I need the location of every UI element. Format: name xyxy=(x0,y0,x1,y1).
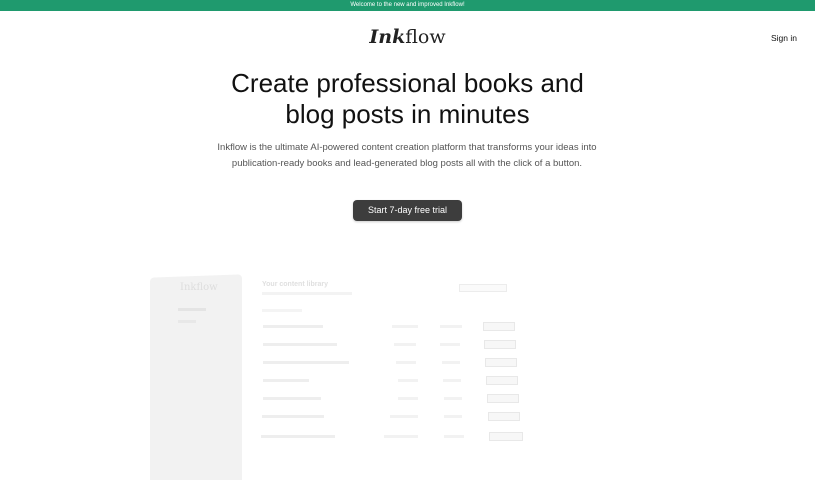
preview-row-title xyxy=(263,361,349,364)
preview-column-header xyxy=(262,309,302,312)
preview-row-button xyxy=(483,322,515,331)
preview-row-status xyxy=(440,325,462,328)
preview-row-title xyxy=(263,325,323,328)
preview-row-date xyxy=(390,415,418,418)
preview-row-title xyxy=(262,415,324,418)
preview-row-button xyxy=(487,394,519,403)
brand-logo[interactable]: Inkflow xyxy=(0,26,815,48)
preview-logo: Inkflow xyxy=(180,282,218,293)
preview-row-date xyxy=(394,343,416,346)
preview-subheading xyxy=(262,292,352,295)
preview-row-button xyxy=(484,340,516,349)
hero-subtitle: Inkflow is the ultimate AI-powered conte… xyxy=(217,142,597,169)
preview-row-date xyxy=(396,361,416,364)
preview-row-date xyxy=(398,397,418,400)
preview-row-status xyxy=(442,361,460,364)
preview-row-title xyxy=(261,435,335,438)
preview-heading: Your content library xyxy=(262,281,328,288)
preview-row-status xyxy=(440,343,460,346)
preview-row-status xyxy=(444,435,464,438)
preview-row-date xyxy=(392,325,418,328)
preview-nav-item xyxy=(178,308,206,311)
sign-in-link[interactable]: Sign in xyxy=(771,33,797,43)
hero-title-line2: blog posts in minutes xyxy=(285,99,530,129)
brand-logo-italic: Ink xyxy=(369,26,406,48)
preview-sidebar xyxy=(150,274,242,480)
preview-row-status xyxy=(444,415,462,418)
start-trial-button[interactable]: Start 7-day free trial xyxy=(353,200,462,221)
preview-row-date xyxy=(384,435,418,438)
preview-row-title xyxy=(263,343,337,346)
preview-row-button xyxy=(489,432,523,441)
hero-title-line1: Create professional books and xyxy=(231,68,584,98)
preview-row-status xyxy=(443,379,461,382)
preview-top-button xyxy=(459,284,507,292)
hero-title: Create professional books and blog posts… xyxy=(0,68,815,130)
brand-logo-regular: flow xyxy=(405,26,446,48)
announcement-text: Welcome to the new and improved Inkflow! xyxy=(350,2,465,8)
preview-nav-item xyxy=(178,320,196,323)
preview-row-date xyxy=(398,379,418,382)
preview-row-title xyxy=(263,397,321,400)
preview-row-button xyxy=(485,358,517,367)
preview-row-button xyxy=(488,412,520,421)
preview-row-button xyxy=(486,376,518,385)
preview-row-title xyxy=(263,379,309,382)
preview-row-status xyxy=(444,397,462,400)
announcement-bar: Welcome to the new and improved Inkflow! xyxy=(0,0,815,11)
